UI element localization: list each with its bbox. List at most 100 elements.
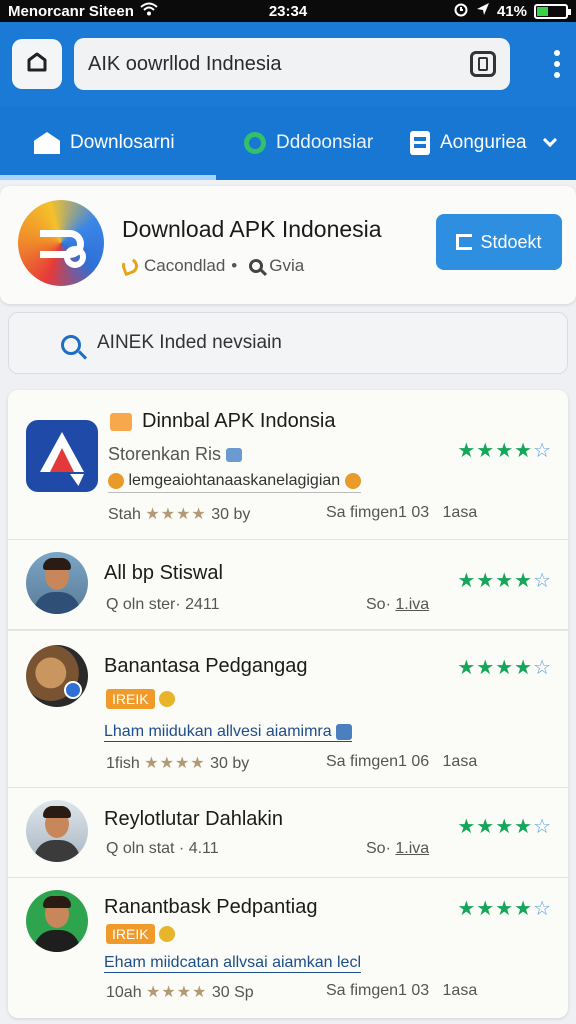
header-meta: Cacondlad • Gvia [119, 255, 305, 277]
item-date: Sa fimgen1 03 1asa [326, 504, 478, 521]
star-filled-icon: ★ [495, 440, 515, 462]
star-icons: ★★★★ [144, 755, 206, 772]
browser-toolbar: AIK oowrllod Indnesia [0, 22, 576, 106]
tab-label: Downlosarni [70, 132, 175, 153]
star-empty-icon: ☆ [533, 570, 552, 592]
nav-tabs: Downlosarni Dddoonsiar Aonguriea [0, 106, 576, 180]
star-filled-icon: ★ [514, 898, 534, 920]
battery-percent: 41% [496, 2, 527, 20]
star-filled-icon: ★ [514, 440, 534, 462]
check-icon [336, 723, 353, 740]
star-filled-icon: ★ [457, 898, 477, 920]
battery-icon [534, 3, 571, 19]
meta-separator: • [231, 256, 238, 275]
app-header-card: Download APK Indonesia Cacondlad • Gvia … [0, 186, 576, 304]
star-filled-icon: ★ [495, 570, 515, 592]
address-bar[interactable]: AIK oowrllod Indnesia [74, 38, 510, 90]
tab-discussion[interactable]: Dddoonsiar [216, 106, 396, 180]
star-filled-icon: ★ [495, 657, 515, 679]
page-title: Download APK Indonesia [122, 216, 382, 242]
home-button[interactable] [12, 39, 62, 89]
item-description: lemgeaiohtanaaskanelagigian [108, 472, 361, 493]
star-empty-icon: ☆ [533, 440, 552, 462]
badge: IREIK [106, 924, 155, 944]
emoji-icon [344, 472, 361, 489]
item-title: All bp Stiswal [104, 562, 223, 584]
tab-downloads[interactable]: Downlosarni [0, 106, 216, 180]
item-meta: Q oln stat · 4.11 [106, 840, 219, 857]
item-badges: IREIK [106, 689, 176, 709]
star-filled-icon: ★ [514, 657, 534, 679]
list-item[interactable]: Dinnbal APK Indonsia Storenkan Ris lemge… [8, 390, 568, 540]
item-title: Reylotlutar Dahlakin [104, 808, 283, 830]
list-item[interactable]: Banantasa Pedgangag IREIK Lham miidukan … [8, 630, 568, 788]
star-filled-icon: ★ [476, 570, 496, 592]
list-item[interactable]: Reylotlutar Dahlakin Q oln stat · 4.11 S… [8, 788, 568, 878]
chat-icon [244, 132, 266, 154]
star-filled-icon: ★ [495, 898, 515, 920]
star-filled-icon: ★ [476, 816, 496, 838]
alarm-icon [453, 1, 469, 21]
edit-button[interactable]: Stdoekt [436, 214, 562, 270]
item-title: Banantasa Pedgangag [104, 655, 308, 677]
location-icon [476, 2, 490, 20]
item-description[interactable]: Lham miidukan allvesi aiamimra [104, 723, 353, 742]
edit-button-label: Stdoekt [480, 231, 542, 252]
home-icon [24, 49, 50, 80]
meta-left: Cacondlad [144, 256, 226, 275]
rating-stars: ★★★★☆ [457, 438, 552, 463]
star-filled-icon: ★ [476, 898, 496, 920]
item-stats: Stah ★★★★ 30 by [108, 506, 251, 523]
star-filled-icon: ★ [514, 816, 534, 838]
item-meta-right: So· 1.iva [366, 596, 430, 613]
avatar [26, 800, 88, 862]
star-filled-icon: ★ [457, 657, 477, 679]
app-logo [18, 200, 104, 286]
star-icons: ★★★★ [146, 984, 208, 1001]
tab-label: Dddoonsiar [276, 132, 374, 153]
tab-label: Aonguriea [440, 132, 527, 153]
star-empty-icon: ☆ [533, 816, 552, 838]
app-badge-icon [110, 412, 132, 431]
meta-right: Gvia [269, 256, 305, 275]
badge: IREIK [106, 689, 155, 709]
star-filled-icon: ★ [457, 440, 477, 462]
phone-icon [119, 255, 141, 277]
item-meta: Q oln ster· 2411 [106, 596, 220, 613]
search-input[interactable]: AINEK Inded nevsiain [8, 312, 568, 374]
item-title: Dinnbal APK Indonsia [110, 410, 335, 433]
avatar [26, 890, 88, 952]
star-filled-icon: ★ [514, 570, 534, 592]
rating-stars: ★★★★☆ [457, 568, 552, 593]
tab-category[interactable]: Aonguriea [396, 106, 557, 180]
item-stats: 10ah ★★★★ 30 Sp [106, 984, 254, 1001]
chevron-down-icon [542, 132, 557, 148]
list-item[interactable]: Ranantbask Pedpantiag IREIK Eham miidcat… [8, 878, 568, 1018]
emoji-icon [159, 926, 176, 942]
star-icons: ★★★★ [145, 506, 207, 523]
rating-stars: ★★★★☆ [457, 655, 552, 680]
tabs-icon[interactable] [470, 51, 496, 77]
item-date: Sa fimgen1 03 1asa [326, 982, 478, 999]
rating-stars: ★★★★☆ [457, 814, 552, 839]
star-filled-icon: ★ [476, 440, 496, 462]
overflow-menu-icon[interactable] [550, 44, 564, 84]
star-filled-icon: ★ [457, 570, 477, 592]
search-icon [61, 335, 81, 355]
star-empty-icon: ☆ [533, 657, 552, 679]
star-filled-icon: ★ [457, 816, 477, 838]
home-icon [34, 132, 60, 154]
active-tab-indicator [0, 175, 216, 180]
item-badges: IREIK [106, 924, 176, 944]
emoji-icon [159, 691, 176, 707]
wifi-icon [140, 2, 158, 20]
document-icon [410, 131, 430, 155]
carrier-label: Menorcanr Siteen [8, 2, 134, 20]
star-filled-icon: ★ [495, 816, 515, 838]
avatar [26, 552, 88, 614]
list-item[interactable]: All bp Stiswal Q oln ster· 2411 So· 1.iv… [8, 540, 568, 630]
emoji-icon [108, 472, 124, 489]
item-date: Sa fimgen1 06 1asa [326, 753, 478, 770]
status-bar: Menorcanr Siteen 23:34 41% [0, 0, 576, 22]
item-description[interactable]: Eham miidcatan allvsai aiamkan lecl [104, 954, 361, 973]
